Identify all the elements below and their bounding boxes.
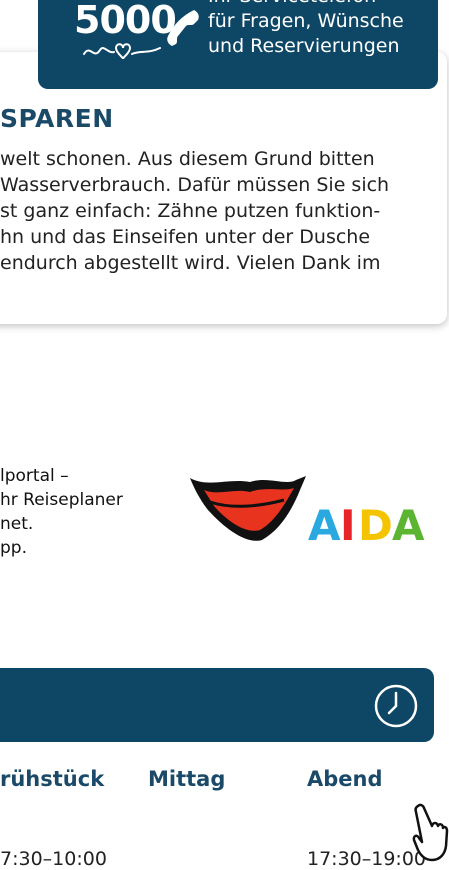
- aida-logo-letter: I: [340, 501, 356, 550]
- portal-line: lportal –: [0, 466, 69, 486]
- meal-time-dinner: 17:30–19:00: [307, 848, 427, 870]
- aida-logo-letter: A: [392, 501, 425, 550]
- water-saving-text: welt schonen. Aus diesem Grund bitten Wa…: [0, 146, 440, 276]
- water-text-line: endurch abgestellt wird. Vielen Dank im: [0, 252, 381, 274]
- service-number: 5000: [74, 0, 177, 42]
- portal-line: hr Reiseplaner: [0, 490, 123, 510]
- water-saving-title: SPAREN: [0, 104, 114, 133]
- meal-heading-lunch: Mittag: [148, 767, 226, 791]
- aida-logo-letter: D: [358, 501, 393, 550]
- water-text-line: welt schonen. Aus diesem Grund bitten: [0, 148, 375, 170]
- meal-times-bar: [0, 668, 434, 742]
- heart-squiggle-icon: [83, 43, 161, 60]
- service-phone-box[interactable]: 5000 Ihr Servicetelefon für Fragen, Wüns…: [38, 0, 438, 89]
- aida-logo: A I D A: [190, 476, 425, 550]
- water-text-line: hn und das Einseifen unter der Dusche: [0, 226, 371, 248]
- aida-logo-letter: A: [308, 501, 341, 550]
- service-line: und Reservierungen: [208, 35, 400, 57]
- meal-heading-breakfast: rühstück: [0, 767, 105, 791]
- water-text-line: Wasserverbrauch. Dafür müssen Sie sich: [0, 174, 390, 196]
- water-text-line: st ganz einfach: Zähne putzen funktion-: [0, 200, 381, 222]
- service-line: für Fragen, Wünsche: [208, 10, 404, 32]
- portal-line: net.: [0, 514, 34, 534]
- hand-pointer-icon: [412, 803, 449, 862]
- meal-times: 7:30–10:00 17:30–19:00: [0, 848, 449, 870]
- meal-heading-dinner: Abend: [307, 767, 383, 791]
- clock-icon: [374, 684, 418, 728]
- portal-line: pp.: [0, 538, 27, 558]
- portal-description: lportal – hr Reiseplaner net. pp.: [0, 464, 123, 560]
- service-line: Ihr Servicetelefon: [208, 0, 404, 9]
- meal-headings: rühstück Mittag Abend: [0, 767, 449, 797]
- meal-time-breakfast: 7:30–10:00: [0, 848, 107, 870]
- phone-icon: [167, 10, 199, 46]
- service-description: Ihr Servicetelefon für Fragen, Wünsche u…: [208, 0, 404, 59]
